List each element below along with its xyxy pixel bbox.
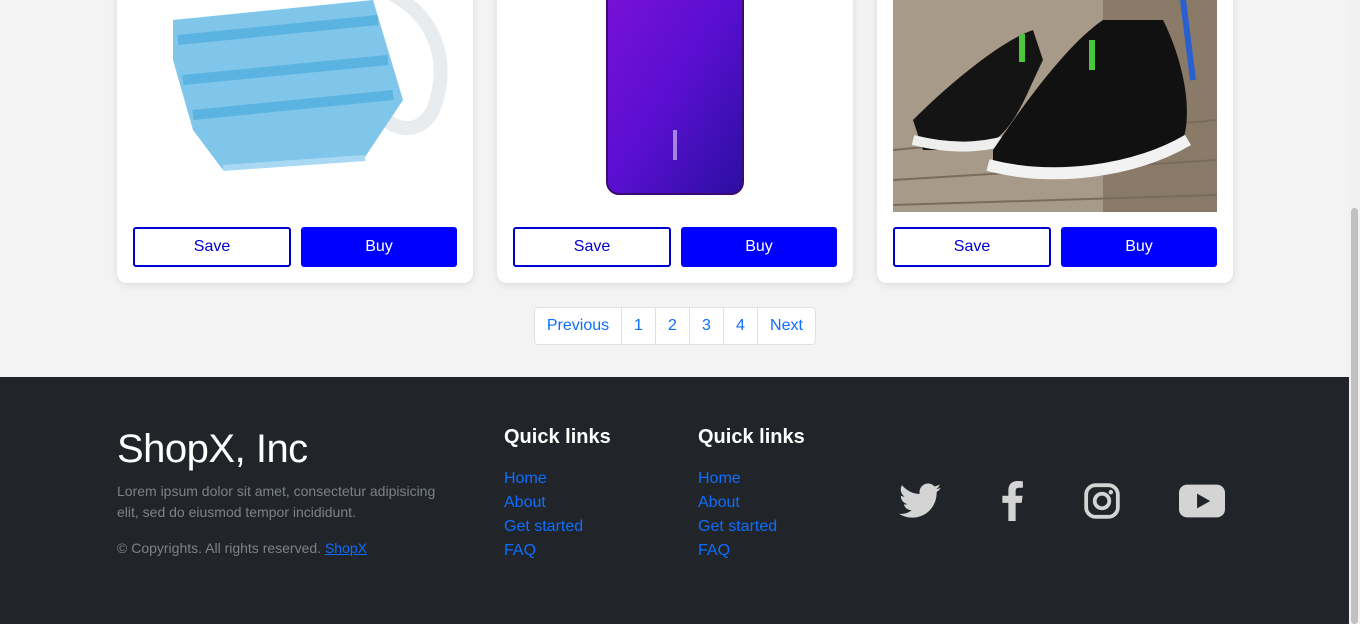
- quick-links-title: Quick links: [504, 426, 611, 448]
- footer-link-home[interactable]: Home: [504, 467, 611, 491]
- pagination-next[interactable]: Next: [757, 308, 815, 344]
- pagination-page[interactable]: 3: [689, 308, 723, 344]
- footer-link-get-started[interactable]: Get started: [504, 515, 611, 539]
- copyright-text: © Copyrights. All rights reserved.: [117, 540, 322, 556]
- footer-link-about[interactable]: About: [698, 491, 805, 515]
- pagination-page[interactable]: 4: [723, 308, 757, 344]
- save-button[interactable]: Save: [893, 227, 1051, 267]
- save-button[interactable]: Save: [133, 227, 291, 267]
- copyright-link[interactable]: ShopX: [325, 540, 367, 556]
- shoes-image: [893, 0, 1217, 212]
- footer-link-get-started[interactable]: Get started: [698, 515, 805, 539]
- pagination-previous[interactable]: Previous: [535, 308, 621, 344]
- footer-description: Lorem ipsum dolor sit amet, consectetur …: [117, 483, 436, 520]
- instagram-icon[interactable]: [1078, 477, 1126, 525]
- smartphone-image: [513, 0, 837, 212]
- quick-links-title: Quick links: [698, 426, 805, 448]
- youtube-icon[interactable]: [1178, 477, 1226, 525]
- quick-links-column: Quick links Home About Get started FAQ: [504, 426, 611, 563]
- product-section: Save Buy Save Buy Save Buy Previous 1 2 …: [0, 0, 1349, 377]
- buy-button[interactable]: Buy: [681, 227, 837, 267]
- pagination-page[interactable]: 1: [621, 308, 655, 344]
- buy-button[interactable]: Buy: [1061, 227, 1217, 267]
- footer-link-faq[interactable]: FAQ: [698, 539, 805, 563]
- pagination: Previous 1 2 3 4 Next: [534, 307, 816, 345]
- footer-brand: ShopX, Inc: [117, 427, 308, 471]
- page-scrollbar[interactable]: [1349, 0, 1360, 624]
- face-mask-image: [133, 0, 457, 212]
- footer-link-faq[interactable]: FAQ: [504, 539, 611, 563]
- pagination-page[interactable]: 2: [655, 308, 689, 344]
- product-card: Save Buy: [497, 0, 853, 283]
- twitter-icon[interactable]: [896, 477, 944, 525]
- buy-button[interactable]: Buy: [301, 227, 457, 267]
- site-footer: ShopX, Inc Lorem ipsum dolor sit amet, c…: [0, 377, 1349, 624]
- footer-link-home[interactable]: Home: [698, 467, 805, 491]
- save-button[interactable]: Save: [513, 227, 671, 267]
- quick-links-column: Quick links Home About Get started FAQ: [698, 426, 805, 563]
- facebook-icon[interactable]: [988, 477, 1036, 525]
- product-card: Save Buy: [117, 0, 473, 283]
- scrollbar-thumb[interactable]: [1351, 208, 1358, 624]
- product-card: Save Buy: [877, 0, 1233, 283]
- footer-link-about[interactable]: About: [504, 491, 611, 515]
- footer-copyright: © Copyrights. All rights reserved. ShopX: [117, 540, 367, 556]
